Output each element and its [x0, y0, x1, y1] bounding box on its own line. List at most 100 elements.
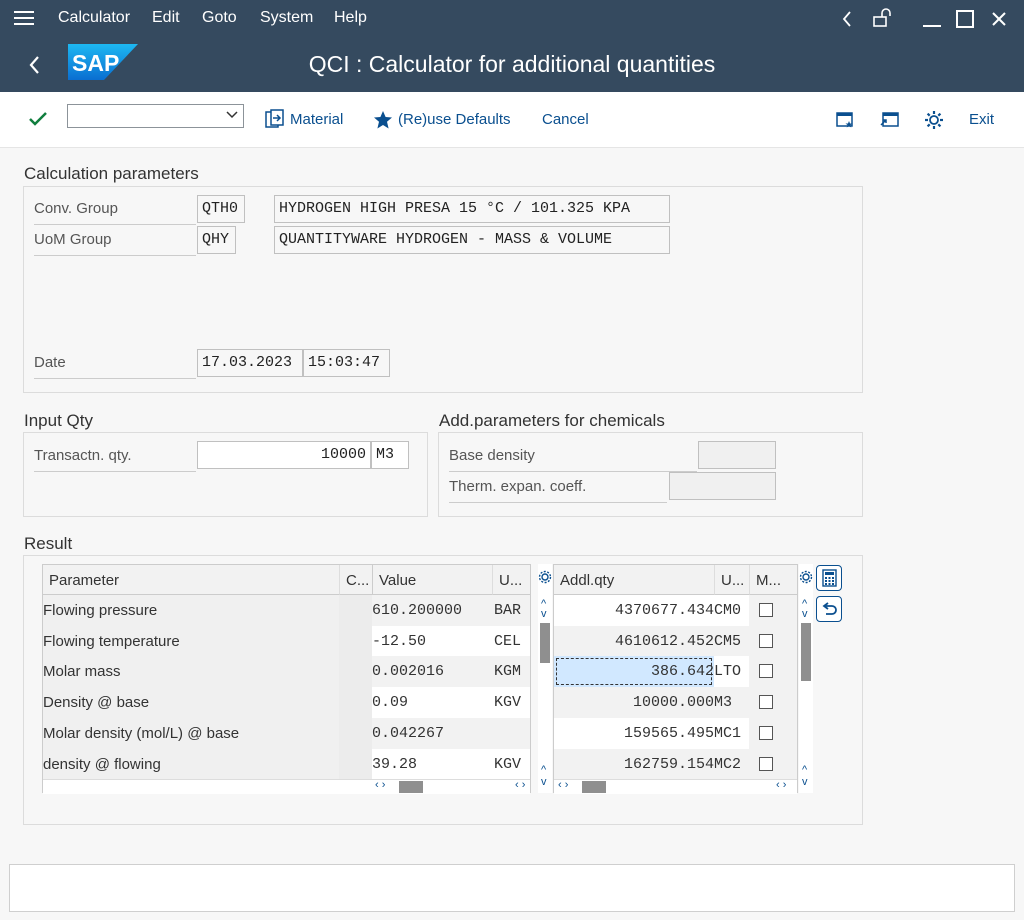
lock-icon[interactable]	[872, 8, 894, 28]
param-value[interactable]: 0.09	[372, 687, 492, 719]
restore-window-icon[interactable]	[880, 111, 900, 129]
title-bar: SAP QCI : Calculator for additional quan…	[0, 37, 1024, 92]
vertical-scrollbar-right[interactable]: ^ v ^ v	[799, 564, 813, 793]
m-checkbox[interactable]	[759, 756, 773, 771]
settings-gear-icon[interactable]	[924, 110, 944, 130]
table-row[interactable]: Flowing temperature -12.50 CEL	[43, 625, 530, 657]
new-window-icon[interactable]	[836, 111, 854, 129]
chevron-down-icon[interactable]	[226, 111, 238, 119]
reuse-defaults-button[interactable]: (Re)use Defaults	[398, 111, 511, 128]
col-header-parameter[interactable]: Parameter	[43, 565, 339, 595]
addl-qty-unit[interactable]: CM5	[714, 625, 749, 657]
m-checkbox[interactable]	[759, 664, 773, 679]
scroll-left-icon[interactable]: ‹ ›	[375, 779, 385, 791]
transaction-qty-input[interactable]: 10000	[197, 441, 371, 469]
material-icon[interactable]	[265, 109, 285, 129]
table-row[interactable]: Flowing pressure 610.200000 BAR	[43, 595, 530, 626]
therm-coeff-field	[669, 472, 776, 500]
col-header-value[interactable]: Value	[372, 565, 492, 595]
m-checkbox[interactable]	[759, 603, 773, 617]
m-cell	[749, 717, 797, 749]
param-value[interactable]: 0.002016	[372, 656, 492, 688]
param-name: Density @ base	[43, 687, 339, 719]
param-unit[interactable]: KGV	[492, 748, 530, 780]
table-row[interactable]: 162759.154 MC2	[554, 748, 797, 780]
horizontal-scrollbar-right[interactable]: ‹ › ‹ ›	[554, 779, 797, 794]
close-icon[interactable]	[991, 11, 1007, 27]
menu-help[interactable]: Help	[334, 9, 367, 27]
param-unit[interactable]: KGM	[492, 656, 530, 688]
param-value[interactable]: 0.042267	[372, 717, 492, 749]
addl-qty-value[interactable]: 159565.495	[554, 717, 714, 749]
date-field[interactable]: 17.03.2023	[197, 349, 303, 377]
scroll-right-icon[interactable]: ‹ ›	[515, 779, 525, 791]
param-value[interactable]: 39.28	[372, 748, 492, 780]
addl-qty-unit[interactable]: MC1	[714, 717, 749, 749]
transaction-unit-input[interactable]: M3	[371, 441, 409, 469]
time-field[interactable]: 15:03:47	[303, 349, 390, 377]
col-header-unit[interactable]: U...	[492, 565, 530, 595]
param-c	[339, 748, 372, 780]
param-c	[339, 687, 372, 719]
addl-qty-unit[interactable]: LTO	[714, 656, 749, 688]
m-checkbox[interactable]	[759, 633, 773, 648]
menu-system[interactable]: System	[260, 9, 313, 27]
checkmark-icon[interactable]	[28, 111, 48, 127]
param-unit[interactable]: KGV	[492, 687, 530, 719]
transaction-qty-label: Transactn. qty.	[34, 447, 132, 464]
menu-goto[interactable]: Goto	[202, 9, 237, 27]
menu-bar: Calculator Edit Goto System Help	[0, 0, 1024, 37]
col-header-addl-qty[interactable]: Addl.qty	[554, 565, 714, 595]
table-row[interactable]: 4610612.452 CM5	[554, 625, 797, 657]
m-cell	[749, 595, 797, 626]
table-row[interactable]: Molar mass 0.002016 KGM	[43, 656, 530, 688]
conv-group-field[interactable]: QTH0	[197, 195, 245, 223]
cancel-button[interactable]: Cancel	[542, 111, 589, 128]
param-unit[interactable]: BAR	[492, 595, 530, 626]
addl-qty-value[interactable]: 4610612.452	[554, 625, 714, 657]
undo-button[interactable]	[816, 596, 842, 622]
param-name: Molar density (mol/L) @ base	[43, 717, 339, 749]
minimize-icon[interactable]	[922, 12, 942, 28]
menu-calculator[interactable]: Calculator	[58, 9, 130, 27]
uom-group-field[interactable]: QHY	[197, 226, 236, 254]
col-header-qty-unit[interactable]: U...	[714, 565, 749, 595]
table-row[interactable]: density @ flowing 39.28 KGV	[43, 748, 530, 780]
table-row[interactable]: Molar density (mol/L) @ base 0.042267	[43, 717, 530, 749]
param-unit[interactable]	[492, 717, 530, 749]
param-name: Flowing temperature	[43, 625, 339, 657]
addl-qty-unit[interactable]: M3	[714, 687, 749, 719]
col-header-m[interactable]: M...	[749, 565, 797, 595]
addl-qty-value[interactable]: 10000.000	[554, 687, 714, 719]
param-unit[interactable]: CEL	[492, 625, 530, 657]
column-settings-icon[interactable]	[538, 570, 552, 584]
exit-button[interactable]: Exit	[969, 111, 994, 128]
addl-qty-unit[interactable]: CM0	[714, 595, 749, 626]
material-button[interactable]: Material	[290, 111, 343, 128]
addl-qty-value[interactable]: 162759.154	[554, 748, 714, 780]
horizontal-scrollbar-left[interactable]: ‹ › ‹ ›	[43, 779, 530, 794]
maximize-icon[interactable]	[956, 10, 974, 28]
col-header-c[interactable]: C...	[339, 565, 372, 595]
addl-qty-unit[interactable]: MC2	[714, 748, 749, 780]
table-row[interactable]: 386.642 LTO	[554, 656, 797, 688]
addl-qty-value[interactable]: 4370677.434	[554, 595, 714, 626]
table-row[interactable]: 4370677.434 CM0	[554, 595, 797, 626]
m-checkbox[interactable]	[759, 725, 773, 740]
column-settings-icon[interactable]	[799, 570, 813, 584]
star-icon[interactable]	[373, 110, 393, 130]
addl-qty-value[interactable]: 386.642	[554, 656, 714, 688]
menu-edit[interactable]: Edit	[152, 9, 180, 27]
param-value[interactable]: -12.50	[372, 625, 492, 657]
calculate-button[interactable]	[816, 565, 842, 591]
param-c	[339, 595, 372, 626]
table-row[interactable]: 159565.495 MC1	[554, 717, 797, 749]
command-field[interactable]	[67, 104, 244, 128]
table-row[interactable]: Density @ base 0.09 KGV	[43, 687, 530, 719]
m-checkbox[interactable]	[759, 695, 773, 710]
vertical-scrollbar-left[interactable]: ^ v ^ v	[538, 564, 552, 793]
param-value[interactable]: 610.200000	[372, 595, 492, 626]
chevron-left-icon[interactable]	[842, 11, 852, 27]
hamburger-menu-icon[interactable]	[14, 10, 34, 26]
table-row[interactable]: 10000.000 M3	[554, 687, 797, 719]
